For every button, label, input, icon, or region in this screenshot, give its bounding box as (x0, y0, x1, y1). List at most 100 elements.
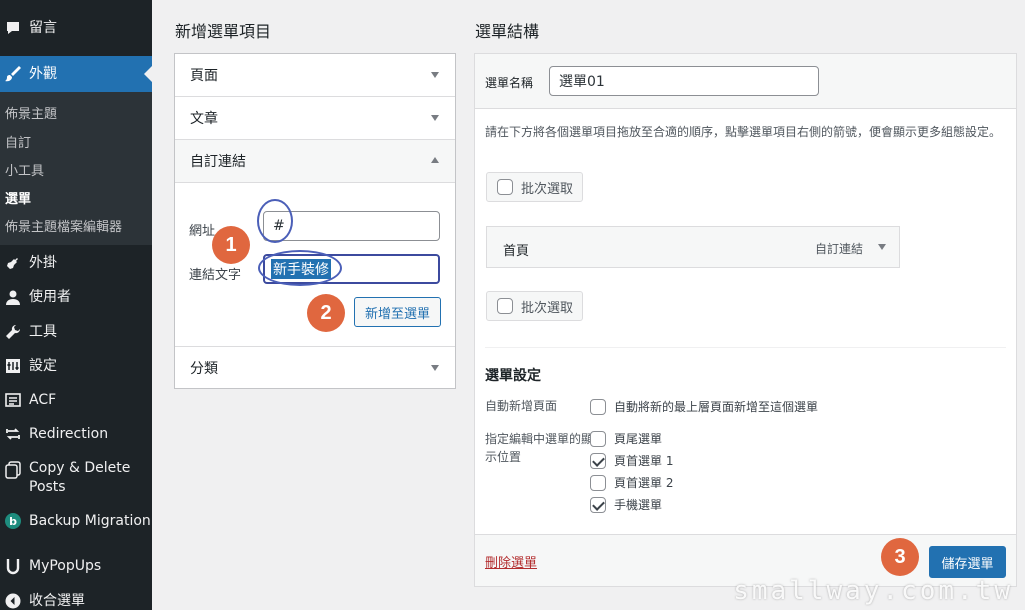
settings-icon (3, 356, 23, 376)
sidebar-item-comments[interactable]: 留言 (0, 18, 152, 38)
sidebar-item-appearance[interactable]: 外觀 (0, 56, 152, 92)
sidebar-item-label: 工具 (29, 323, 57, 340)
sidebar-item-label: 外觀 (29, 65, 57, 82)
annotation-badge-3: 3 (881, 538, 919, 576)
menu-item-title: 首頁 (503, 244, 530, 259)
popup-icon (3, 556, 23, 576)
auto-add-label: 自動新增頁面 (485, 399, 558, 413)
accordion-section-pages[interactable]: 頁面 (175, 54, 455, 97)
sidebar-item-label: MyPopUps (29, 557, 102, 574)
menu-settings-title: 選單設定 (485, 368, 541, 384)
menu-structure-title: 選單結構 (475, 22, 540, 41)
svg-text:b: b (9, 515, 17, 528)
sidebar-collapse[interactable]: 收合選單 (0, 591, 152, 610)
plugin-icon (3, 253, 23, 273)
sidebar-item-label: 設定 (29, 357, 57, 374)
sidebar-item-label: Backup Migration (29, 512, 151, 529)
sidebar-item-label: Copy & Delete Posts (29, 460, 131, 495)
sidebar-item-copy-delete-posts[interactable]: Copy & Delete Posts (0, 459, 152, 499)
submenu-item-customize[interactable]: 自訂 (5, 132, 31, 151)
submenu-item-theme-editor[interactable]: 佈景主題檔案編輯器 (5, 216, 122, 235)
annotation-badge-1: 1 (212, 226, 250, 264)
sidebar-item-users[interactable]: 使用者 (0, 287, 152, 307)
location-option-footer[interactable]: 頁尾選單 (590, 430, 662, 447)
section-title: 文章 (190, 111, 218, 127)
annotation-badge-2: 2 (307, 294, 345, 332)
auto-add-option-label: 自動將新的最上層頁面新增至這個選單 (614, 400, 819, 414)
delete-menu-link[interactable]: 刪除選單 (485, 552, 537, 571)
save-menu-button[interactable]: 儲存選單 (929, 546, 1006, 578)
backup-icon: b (3, 511, 23, 531)
bulk-select-checkbox (497, 298, 513, 314)
sidebar-item-label: Redirection (29, 425, 109, 442)
section-title: 分類 (190, 361, 218, 377)
menu-name-label: 選單名稱 (485, 76, 534, 90)
submenu-item-themes[interactable]: 佈景主題 (5, 103, 57, 122)
sidebar-item-plugins[interactable]: 外掛 (0, 253, 152, 273)
location-checkbox[interactable] (590, 474, 606, 491)
bulk-select-checkbox (497, 179, 513, 195)
bulk-select-label: 批次選取 (521, 300, 574, 316)
location-label: 頁首選單 1 (614, 454, 674, 468)
accordion-section-posts[interactable]: 文章 (175, 97, 455, 140)
appearance-submenu: 佈景主題 自訂 小工具 選單 佈景主題檔案編輯器 (0, 92, 152, 245)
sidebar-item-redirection[interactable]: Redirection (0, 424, 152, 444)
location-option-mobile[interactable]: 手機選單 (590, 496, 662, 513)
chevron-down-icon (431, 72, 439, 78)
sidebar-item-label: 留言 (29, 19, 57, 36)
add-to-menu-button[interactable]: 新增至選單 (354, 297, 441, 327)
menu-name-header: 選單名稱 選單01 (475, 54, 1016, 109)
menu-item-type: 自訂連結 (814, 242, 863, 256)
chevron-down-icon[interactable] (878, 244, 886, 250)
accordion-section-custom-links[interactable]: 自訂連結 (175, 140, 455, 183)
comment-icon (3, 18, 23, 38)
link-text-label: 連結文字 (189, 268, 242, 283)
sidebar-item-label: 收合選單 (29, 592, 85, 609)
chevron-down-icon (431, 115, 439, 121)
accordion-section-categories[interactable]: 分類 (175, 346, 455, 389)
location-label: 頁首選單 2 (614, 476, 674, 490)
section-title: 自訂連結 (190, 154, 246, 170)
display-location-label: 指定編輯中選單的顯示位置 (485, 432, 594, 464)
add-menu-items-title: 新增選單項目 (175, 22, 272, 41)
menu-instructions: 請在下方將各個選單項目拖放至合適的順序，點擊選單項目右側的箭號，便會顯示更多組態… (485, 125, 1002, 139)
sidebar-item-label: 外掛 (29, 254, 57, 271)
bulk-select-button-bottom[interactable]: 批次選取 (486, 291, 583, 321)
sidebar-item-label: ACF (29, 391, 57, 408)
menu-name-value: 選單01 (559, 74, 605, 90)
section-title: 頁面 (190, 68, 218, 84)
location-label: 手機選單 (614, 498, 663, 512)
watermark: smallway.com.tw (733, 576, 1013, 606)
menu-item-home[interactable]: 首頁 自訂連結 (486, 226, 900, 268)
location-option-header-2[interactable]: 頁首選單 2 (590, 474, 673, 491)
chevron-down-icon (431, 365, 439, 371)
collapse-icon (3, 591, 23, 610)
location-checkbox[interactable] (590, 430, 606, 447)
menu-name-input[interactable]: 選單01 (549, 66, 819, 96)
location-checkbox[interactable] (590, 496, 606, 513)
bulk-select-button-top[interactable]: 批次選取 (486, 172, 583, 202)
redirect-icon (3, 424, 23, 444)
auto-add-checkbox[interactable] (590, 398, 606, 415)
acf-icon (3, 390, 23, 410)
sidebar-item-label: 使用者 (29, 288, 71, 305)
sidebar-item-settings[interactable]: 設定 (0, 356, 152, 376)
divider (485, 347, 1006, 348)
wrench-icon (3, 322, 23, 342)
sidebar-item-backup-migration[interactable]: b Backup Migration (0, 511, 152, 531)
location-option-header-1[interactable]: 頁首選單 1 (590, 452, 673, 469)
highlight-ring (258, 250, 342, 286)
copy-icon (3, 460, 23, 480)
location-checkbox[interactable] (590, 452, 606, 469)
sidebar-item-acf[interactable]: ACF (0, 390, 152, 410)
add-menu-items-accordion: 頁面 文章 自訂連結 網址 # 連結文字 新手裝修 新增至選單 分類 (174, 53, 456, 389)
location-label: 頁尾選單 (614, 432, 663, 446)
submenu-item-widgets[interactable]: 小工具 (5, 160, 44, 179)
bulk-select-label: 批次選取 (521, 181, 574, 197)
paintbrush-icon (3, 64, 23, 84)
submenu-item-menus[interactable]: 選單 (5, 188, 31, 207)
sidebar-item-tools[interactable]: 工具 (0, 322, 152, 342)
auto-add-option[interactable]: 自動將新的最上層頁面新增至這個選單 (590, 398, 818, 415)
sidebar-item-mypopups[interactable]: MyPopUps (0, 556, 152, 576)
highlight-ring (257, 199, 293, 243)
